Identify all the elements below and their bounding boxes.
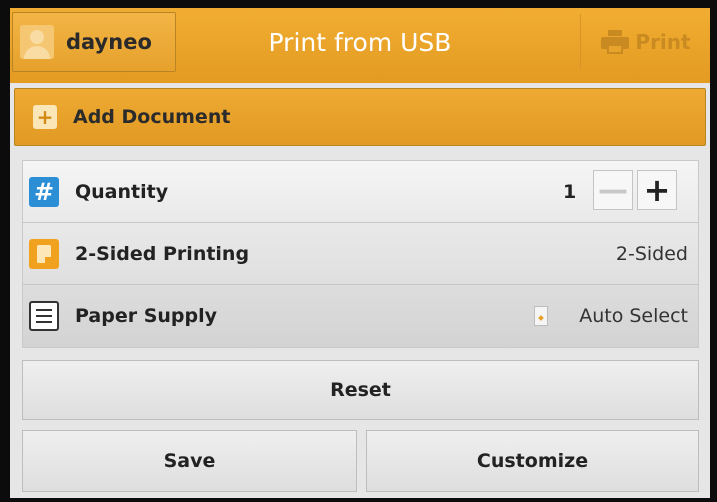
printer-screen: dayneo Print from USB Print + Add Docume…	[10, 8, 710, 498]
increment-button[interactable]: +	[637, 170, 677, 210]
header-bar: dayneo Print from USB Print	[10, 8, 710, 83]
plus-icon: +	[33, 105, 57, 129]
customize-button[interactable]: Customize	[366, 430, 699, 492]
two-sided-value: 2-Sided	[615, 242, 688, 265]
two-sided-printing-row[interactable]: 2-Sided Printing 2-Sided	[23, 223, 698, 285]
decrement-button[interactable]: —	[593, 170, 633, 210]
paper-supply-label: Paper Supply	[75, 305, 218, 327]
quantity-label: Quantity	[75, 180, 169, 203]
user-name: dayneo	[66, 30, 152, 54]
two-sided-label: 2-Sided Printing	[75, 242, 250, 265]
tray-icon	[29, 301, 59, 331]
print-button[interactable]: Print	[580, 14, 710, 70]
hash-icon: #	[29, 176, 59, 207]
page-title: Print from USB	[268, 28, 452, 57]
printer-icon	[601, 30, 630, 54]
reset-button[interactable]: Reset	[22, 360, 699, 420]
print-label: Print	[635, 30, 691, 54]
bezel-notch	[345, 0, 367, 8]
settings-list: # Quantity 1 — + 2-Sided Printing 2-Side…	[22, 160, 699, 348]
document-icon	[29, 238, 59, 269]
quantity-stepper: — +	[593, 170, 677, 210]
paper-icon	[534, 306, 548, 326]
add-document-label: Add Document	[73, 106, 231, 128]
paper-supply-value: Auto Select	[579, 305, 688, 327]
quantity-row: # Quantity 1 — +	[23, 161, 698, 223]
add-document-button[interactable]: + Add Document	[14, 88, 706, 146]
save-button[interactable]: Save	[22, 430, 357, 492]
quantity-value: 1	[563, 180, 577, 203]
paper-supply-row[interactable]: Paper Supply Auto Select	[23, 285, 698, 347]
user-avatar-icon	[20, 25, 54, 59]
user-button[interactable]: dayneo	[12, 12, 176, 72]
